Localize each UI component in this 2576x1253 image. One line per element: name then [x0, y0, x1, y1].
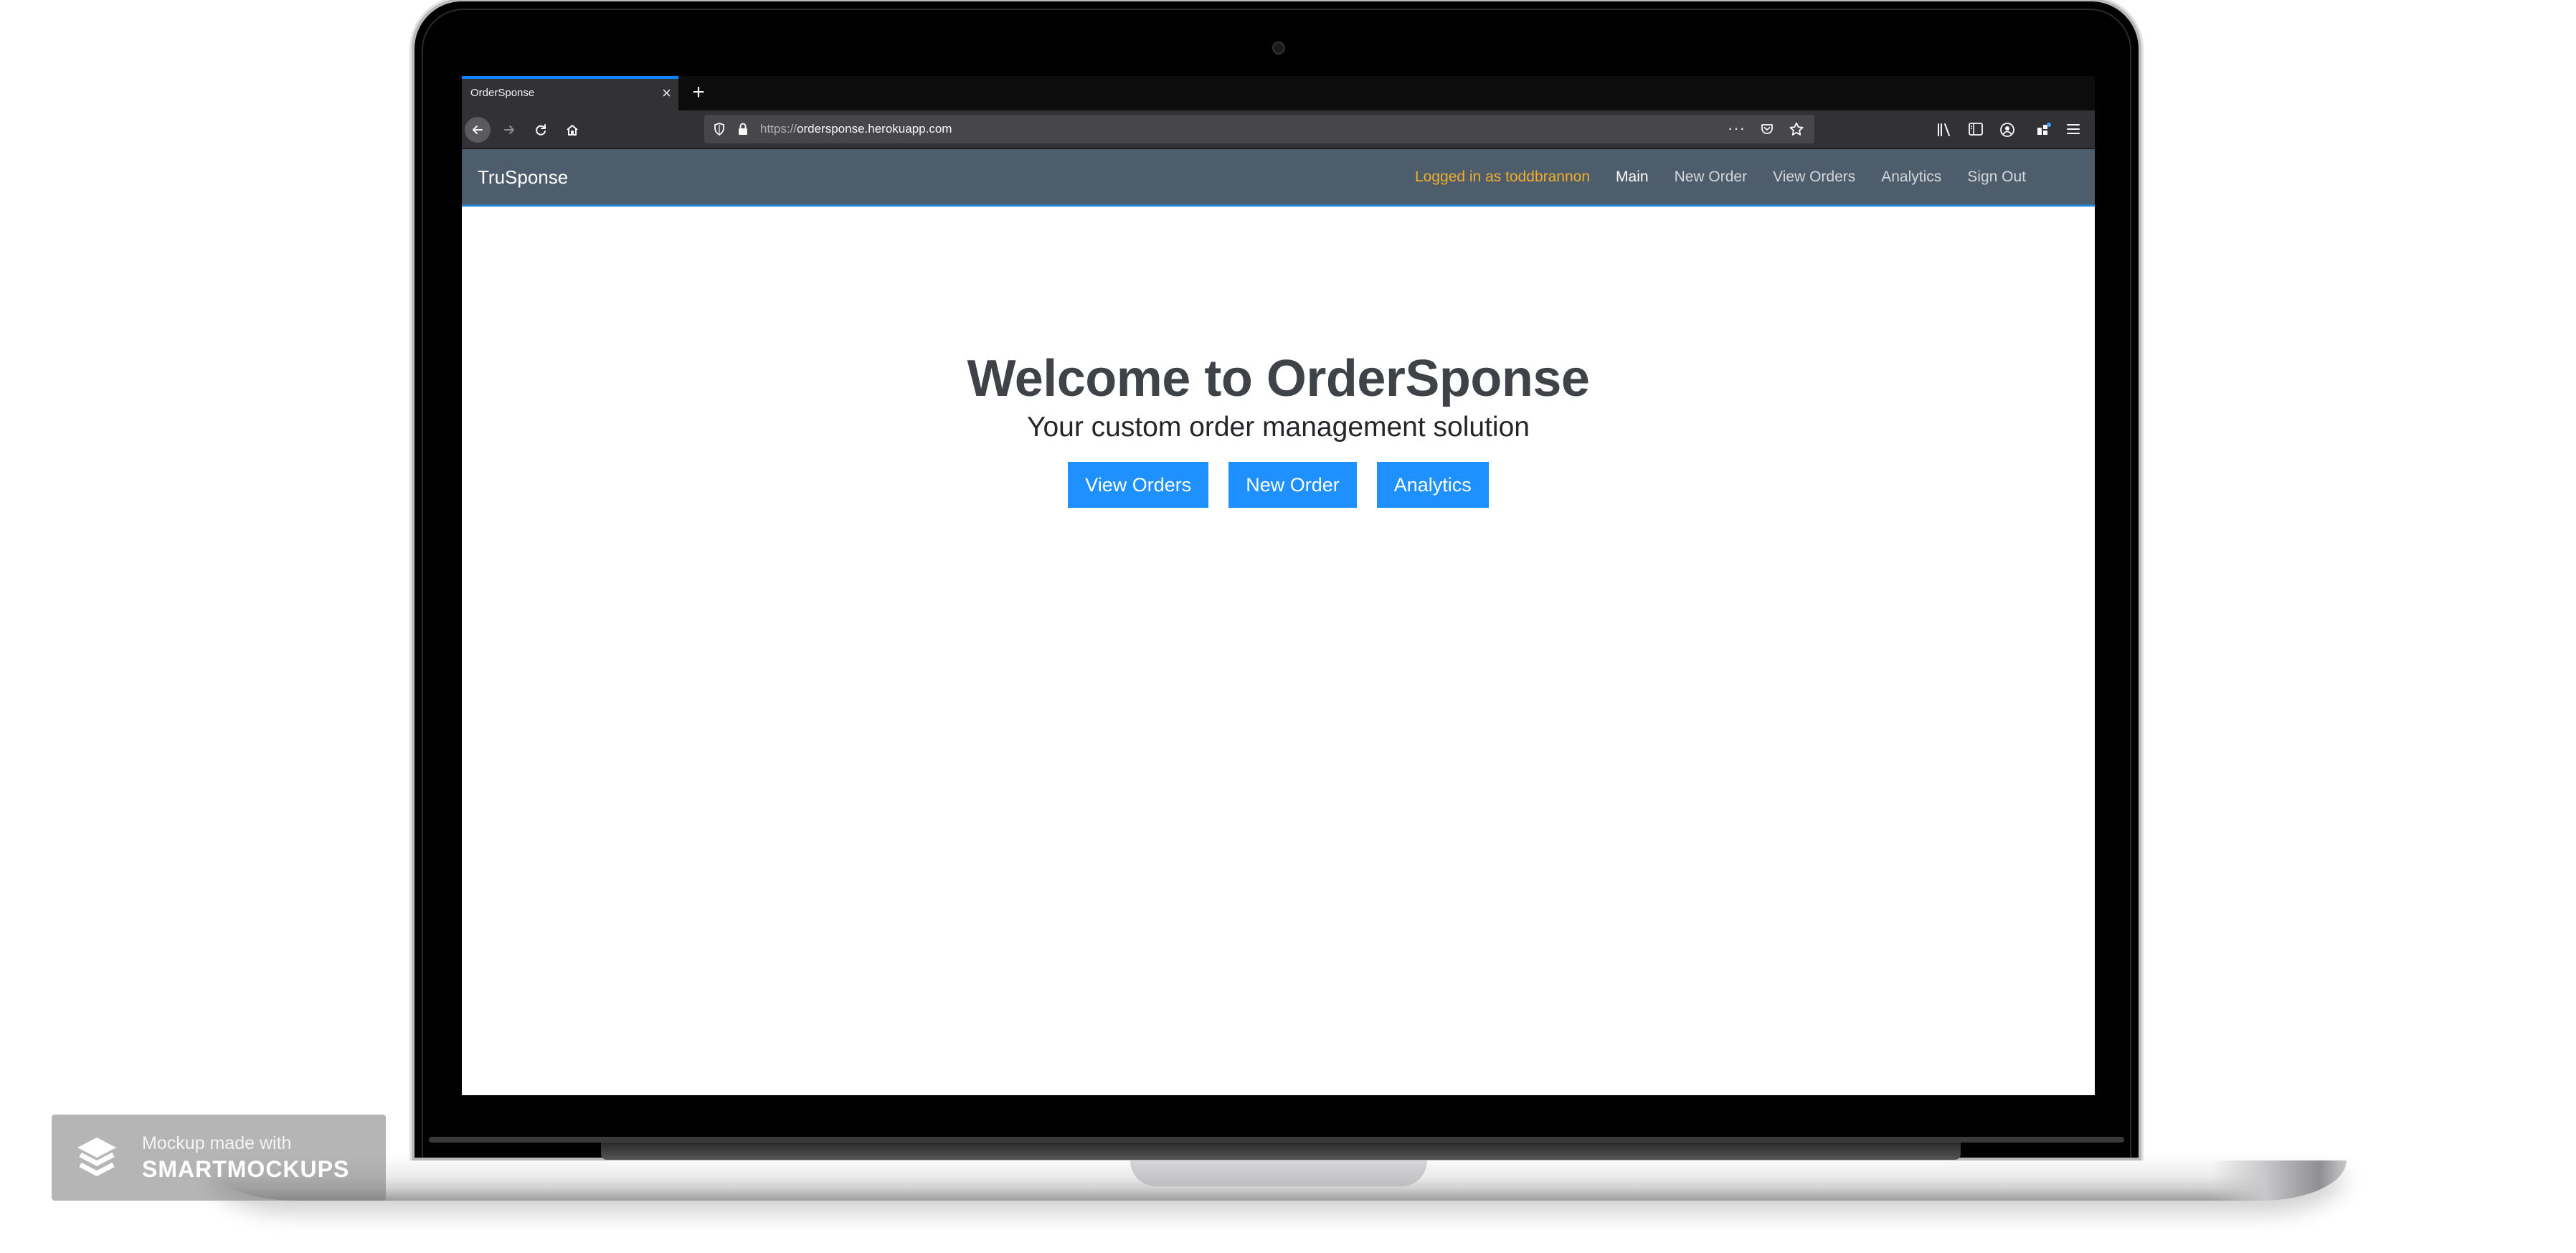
page-subtitle: Your custom order management solution	[1027, 412, 1530, 443]
watermark-brand: SMARTMOCKUPS	[142, 1156, 350, 1182]
tab-strip: OrderSponse × +	[462, 76, 2095, 110]
navbar-links: Logged in as toddbrannon Main New Order …	[1415, 149, 2095, 205]
browser-toolbar: https://ordersponse.herokuapp.com ···	[462, 110, 2095, 149]
menu-icon	[2067, 124, 2080, 134]
url-text: https://ordersponse.herokuapp.com	[760, 122, 952, 136]
hero-section: Welcome to OrderSponse Your custom order…	[462, 349, 2095, 508]
page-title: Welcome to OrderSponse	[967, 350, 1590, 407]
url-bar[interactable]: https://ordersponse.herokuapp.com ···	[704, 115, 1814, 143]
account-icon	[2000, 123, 2014, 137]
brand-logo[interactable]: TruSponse	[478, 166, 568, 189]
back-button[interactable]	[465, 117, 491, 143]
bezel-band	[429, 1137, 2124, 1143]
watermark-caption: Mockup made with	[142, 1133, 292, 1153]
lock-icon	[739, 123, 747, 135]
new-order-button[interactable]: New Order	[1228, 462, 1357, 508]
view-orders-button[interactable]: View Orders	[1068, 462, 1209, 508]
smartmockups-watermark: Mockup made with SMARTMOCKUPS	[52, 1115, 386, 1201]
extensions-icon	[2037, 123, 2051, 135]
site-navbar: TruSponse Logged in as toddbrannon Main …	[462, 149, 2095, 207]
reload-button[interactable]	[528, 117, 554, 143]
url-host: ordersponse.herokuapp.com	[797, 122, 952, 136]
sidebar-icon	[1969, 123, 1983, 136]
url-scheme: https://	[760, 122, 797, 136]
logged-in-status: Logged in as toddbrannon	[1414, 169, 1591, 185]
new-tab-button[interactable]: +	[684, 79, 713, 106]
nav-link-main[interactable]: Main	[1616, 169, 1649, 186]
nav-link-sign-out[interactable]: Sign Out	[1967, 169, 2026, 186]
laptop-notch	[1130, 1160, 1427, 1186]
forward-button[interactable]	[496, 117, 522, 143]
close-tab-icon[interactable]: ×	[662, 83, 671, 103]
bookmark-star-icon	[1789, 122, 1804, 136]
hero-button-group: View Orders New Order Analytics	[462, 462, 2095, 508]
tracking-shield-icon	[714, 123, 724, 136]
pocket-icon	[1761, 124, 1773, 134]
tab-title: OrderSponse	[470, 87, 535, 99]
home-icon	[567, 125, 578, 136]
arrow-right-icon	[504, 126, 514, 134]
nav-link-new-order[interactable]: New Order	[1675, 169, 1748, 186]
nav-link-view-orders[interactable]: View Orders	[1773, 169, 1855, 186]
home-button[interactable]	[559, 117, 585, 143]
library-icon	[1938, 123, 1950, 136]
layers-icon	[77, 1138, 116, 1176]
laptop-hinge	[601, 1143, 1961, 1160]
camera-icon	[1272, 42, 1285, 55]
reload-icon	[536, 124, 546, 136]
arrow-left-icon	[473, 126, 483, 134]
base-sheen	[2210, 1160, 2347, 1201]
page-actions-icon[interactable]: ···	[1728, 119, 1746, 138]
browser-screen: OrderSponse × + https://ordersponse.hero…	[462, 76, 2095, 1095]
nav-link-analytics[interactable]: Analytics	[1881, 169, 1941, 186]
browser-tab[interactable]: OrderSponse ×	[462, 76, 678, 110]
analytics-button[interactable]: Analytics	[1376, 462, 1489, 508]
